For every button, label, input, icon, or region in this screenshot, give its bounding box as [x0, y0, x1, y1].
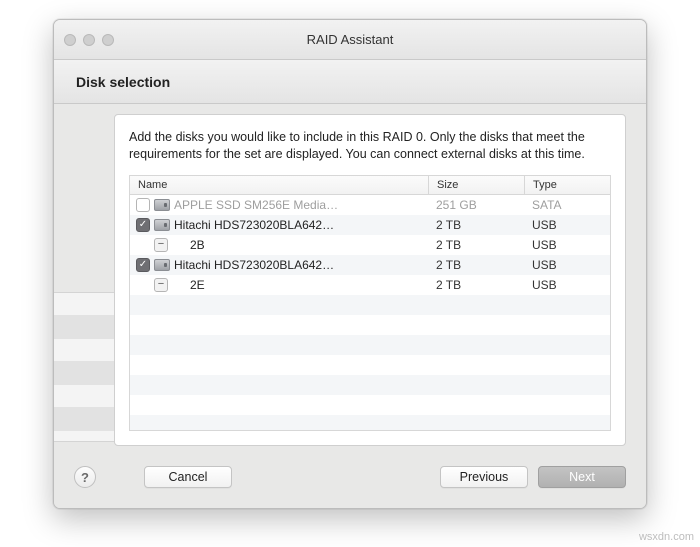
- cancel-button[interactable]: Cancel: [144, 466, 232, 488]
- cell-type: USB: [524, 258, 610, 272]
- table-row[interactable]: Hitachi HDS723020BLA642… 2 TBUSB: [130, 215, 610, 235]
- row-name-label: Hitachi HDS723020BLA642…: [174, 258, 334, 272]
- minimize-icon[interactable]: [83, 34, 95, 46]
- cell-name: Hitachi HDS723020BLA642…: [130, 258, 428, 272]
- watermark: wsxdn.com: [639, 531, 694, 543]
- col-header-size[interactable]: Size: [428, 176, 524, 194]
- row-name-label: 2B: [190, 238, 205, 252]
- table-header: Name Size Type: [130, 176, 610, 195]
- cell-name: APPLE SSD SM256E Media…: [130, 198, 428, 212]
- disk-icon: [154, 259, 170, 271]
- cell-size: 251 GB: [428, 198, 524, 212]
- cell-name: 2B: [130, 238, 428, 252]
- table-row[interactable]: APPLE SSD SM256E Media… 251 GBSATA: [130, 195, 610, 215]
- cell-name: Hitachi HDS723020BLA642…: [130, 218, 428, 232]
- titlebar: RAID Assistant: [54, 20, 646, 60]
- table-row[interactable]: Hitachi HDS723020BLA642… 2 TBUSB: [130, 255, 610, 275]
- row-checkbox[interactable]: [136, 258, 150, 272]
- help-button[interactable]: ?: [74, 466, 96, 488]
- content-area: Add the disks you would like to include …: [54, 104, 646, 508]
- row-name-label: Hitachi HDS723020BLA642…: [174, 218, 334, 232]
- col-header-name[interactable]: Name: [130, 176, 428, 194]
- cell-type: USB: [524, 238, 610, 252]
- close-icon[interactable]: [64, 34, 76, 46]
- disk-selection-panel: Add the disks you would like to include …: [114, 114, 626, 446]
- cell-type: SATA: [524, 198, 610, 212]
- window-title: RAID Assistant: [64, 32, 636, 47]
- disk-icon: [154, 219, 170, 231]
- row-name-label: 2E: [190, 278, 205, 292]
- row-checkbox[interactable]: [154, 278, 168, 292]
- cell-size: 2 TB: [428, 238, 524, 252]
- next-button[interactable]: Next: [538, 466, 626, 488]
- table-body: APPLE SSD SM256E Media… 251 GBSATA Hitachi…: [130, 195, 610, 430]
- col-header-type[interactable]: Type: [524, 176, 610, 194]
- table-row[interactable]: 2B 2 TBUSB: [130, 235, 610, 255]
- disk-table: Name Size Type APPLE SSD SM256E Media… 25…: [129, 175, 611, 431]
- footer-bar: ? Cancel Previous Next: [54, 452, 646, 508]
- previous-button[interactable]: Previous: [440, 466, 528, 488]
- disk-icon: [154, 199, 170, 211]
- window-controls: [64, 34, 114, 46]
- section-title: Disk selection: [76, 74, 170, 90]
- cell-size: 2 TB: [428, 218, 524, 232]
- zoom-icon[interactable]: [102, 34, 114, 46]
- cell-size: 2 TB: [428, 278, 524, 292]
- cell-size: 2 TB: [428, 258, 524, 272]
- row-name-label: APPLE SSD SM256E Media…: [174, 198, 338, 212]
- instructions-text: Add the disks you would like to include …: [129, 129, 611, 163]
- cell-type: USB: [524, 218, 610, 232]
- cell-type: USB: [524, 278, 610, 292]
- row-checkbox[interactable]: [154, 238, 168, 252]
- row-checkbox[interactable]: [136, 198, 150, 212]
- table-row[interactable]: 2E 2 TBUSB: [130, 275, 610, 295]
- cell-name: 2E: [130, 278, 428, 292]
- raid-assistant-window: RAID Assistant Disk selection Add the di…: [53, 19, 647, 509]
- row-checkbox[interactable]: [136, 218, 150, 232]
- section-header: Disk selection: [54, 60, 646, 104]
